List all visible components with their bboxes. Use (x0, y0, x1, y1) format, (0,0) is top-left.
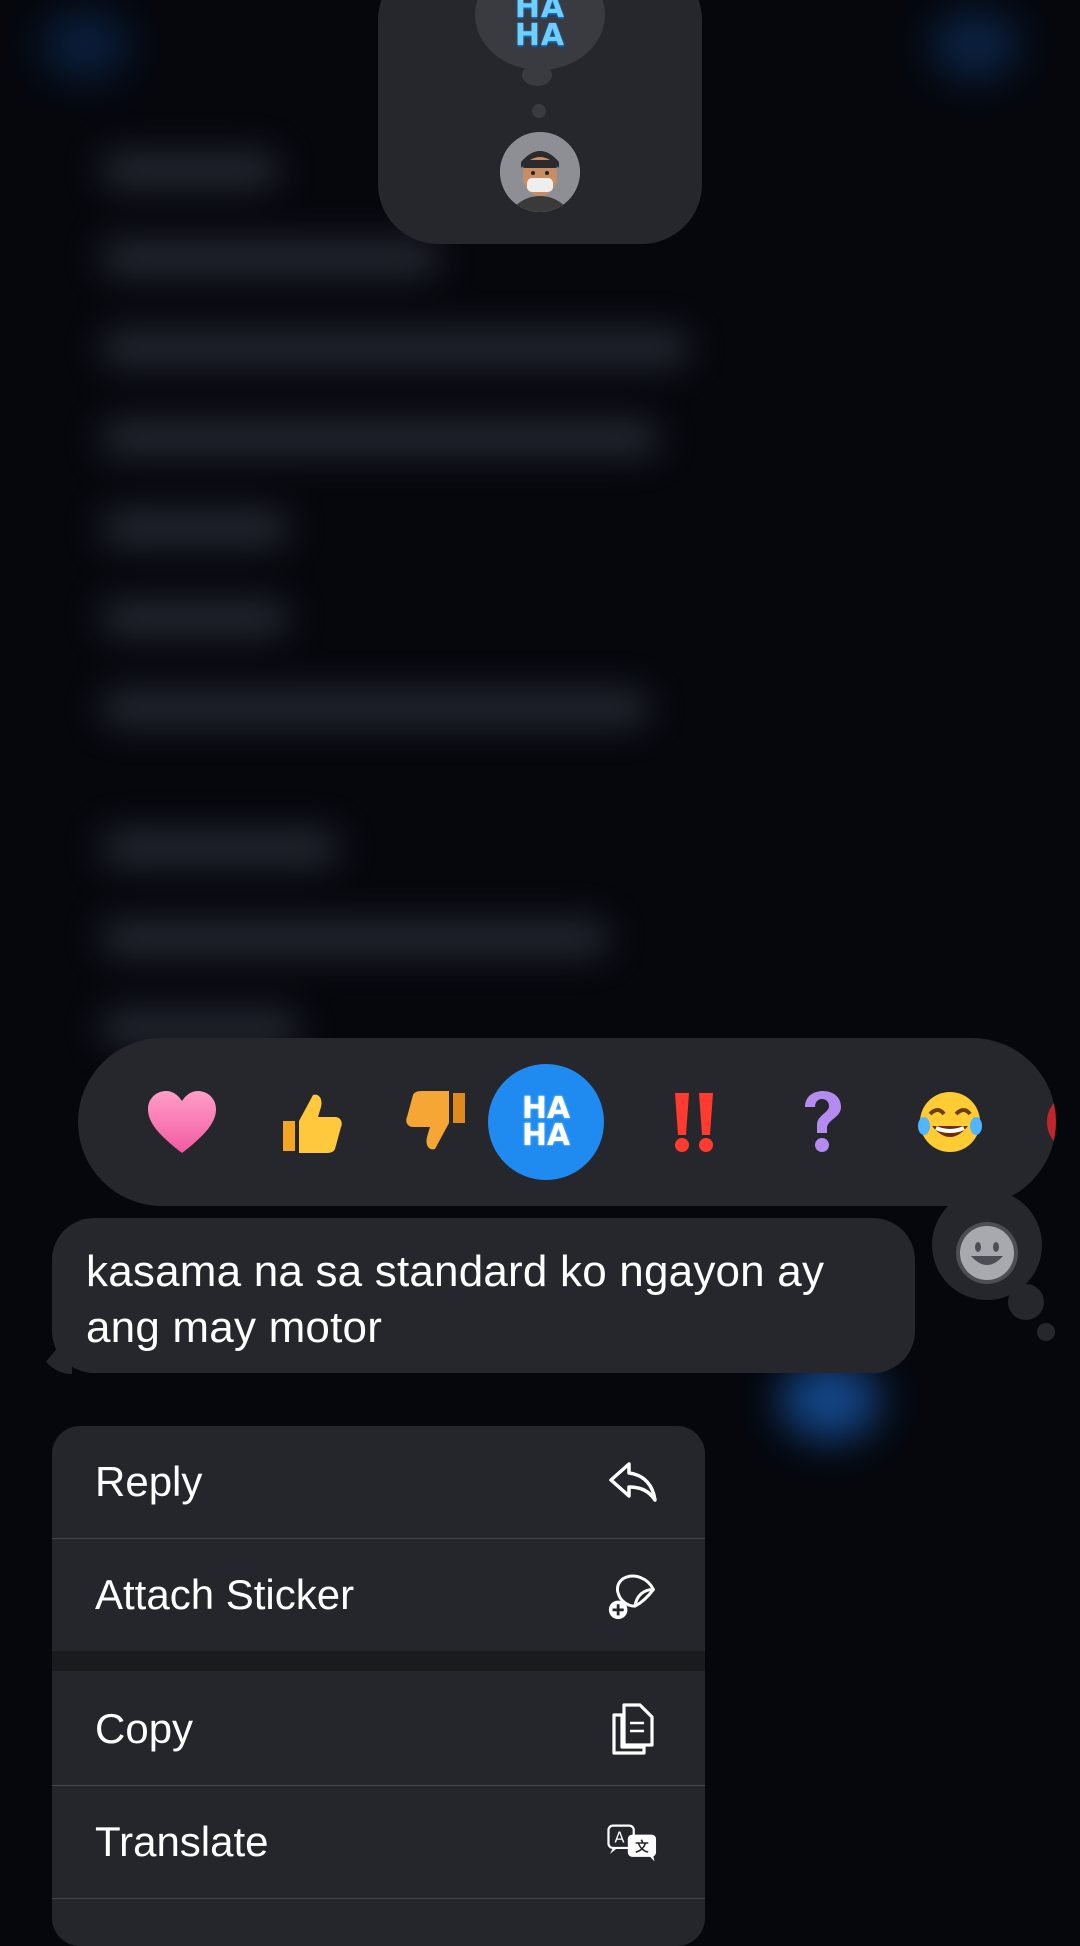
thumbs-up-reaction-button[interactable] (252, 1064, 368, 1180)
thumbs-down-reaction-button[interactable] (380, 1064, 496, 1180)
exclamation-icon (675, 1093, 713, 1152)
question-reaction-button[interactable] (764, 1064, 880, 1180)
avatar (500, 132, 580, 212)
tapback-bar: HA HA (78, 1038, 1056, 1206)
svg-text:文: 文 (635, 1839, 649, 1856)
copy-documents-icon (607, 1703, 659, 1755)
haha-reaction-button[interactable]: HA HA (488, 1064, 604, 1180)
context-menu: Reply Attach Sticker Copy Translate A 文 (52, 1426, 705, 1946)
thumbs-up-icon (283, 1094, 342, 1153)
heart-icon (148, 1091, 216, 1153)
add-emoji-reaction-button[interactable] (956, 1222, 1018, 1284)
more-reactions-partial[interactable] (1024, 1064, 1056, 1180)
message-text: kasama na sa standard ko ngayon ay ang m… (86, 1247, 825, 1352)
attach-sticker-menu-item[interactable]: Attach Sticker (52, 1539, 705, 1651)
copy-menu-item[interactable]: Copy (52, 1673, 705, 1785)
translate-label: Translate (95, 1818, 269, 1865)
haha-reaction-icon: HA HA (514, 0, 566, 53)
laughing-face-icon (918, 1092, 982, 1152)
heart-reaction-button[interactable] (124, 1064, 240, 1180)
reply-label: Reply (95, 1458, 203, 1505)
partial-emoji-icon (1047, 1101, 1056, 1143)
translate-menu-item[interactable]: Translate A 文 (52, 1786, 705, 1898)
attach-sticker-label: Attach Sticker (95, 1571, 355, 1618)
haha-icon: HA HA (521, 1091, 571, 1153)
reply-menu-item[interactable]: Reply (52, 1426, 705, 1538)
question-icon (805, 1091, 841, 1152)
thumbs-down-icon (406, 1091, 465, 1150)
laughing-reaction-button[interactable] (892, 1064, 1008, 1180)
message-bubble[interactable]: kasama na sa standard ko ngayon ay ang m… (52, 1218, 915, 1373)
copy-label: Copy (95, 1705, 194, 1752)
reply-arrow-icon (607, 1456, 659, 1508)
translate-icon: A 文 (607, 1816, 659, 1868)
sticker-add-icon (607, 1569, 659, 1621)
smiley-face-icon (960, 1226, 1014, 1280)
exclamation-reaction-button[interactable] (636, 1064, 752, 1180)
reaction-summary-popover[interactable]: HA HA (378, 0, 702, 244)
svg-text:A: A (614, 1829, 625, 1847)
